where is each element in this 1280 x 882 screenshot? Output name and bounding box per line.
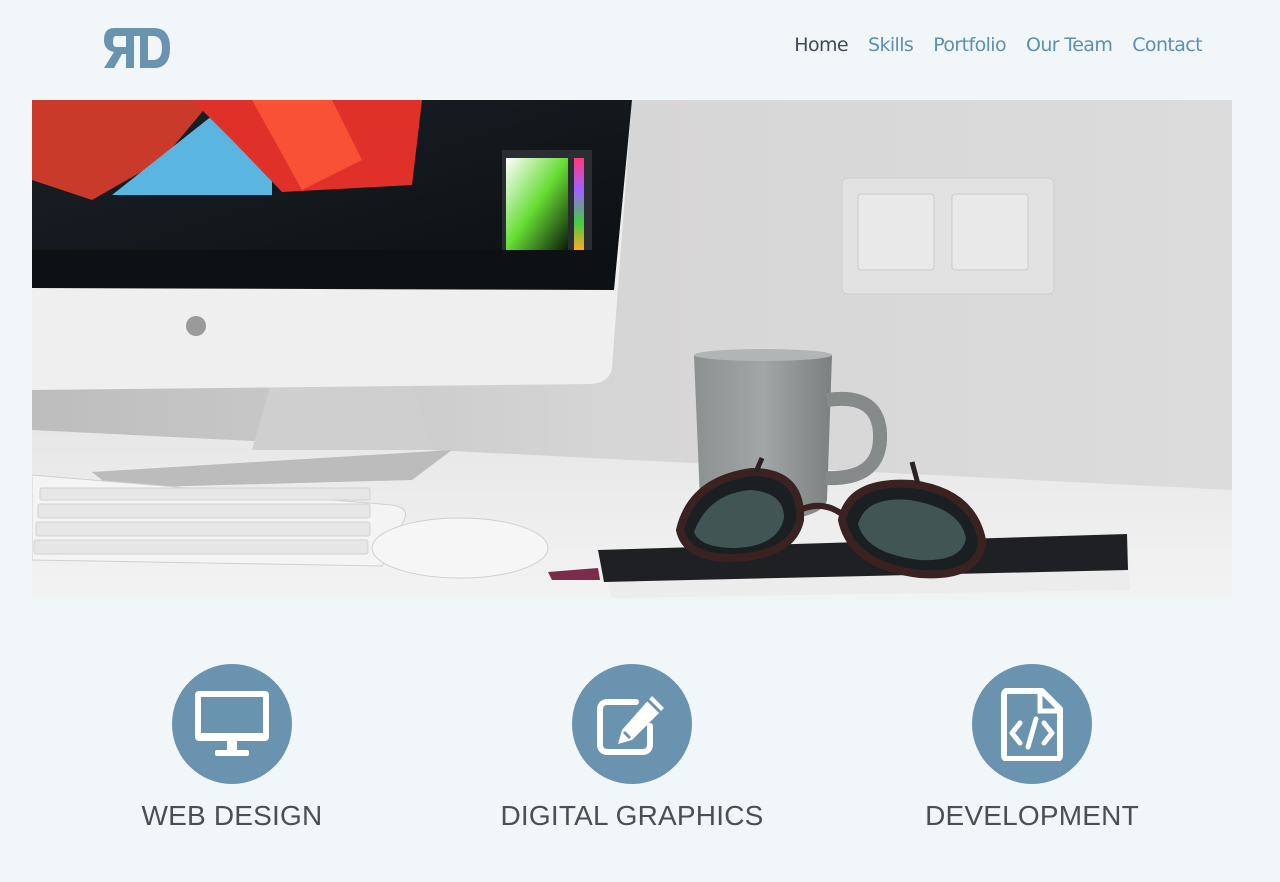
nav-skills[interactable]: Skills	[868, 34, 914, 56]
feature-icon-circle	[572, 664, 692, 784]
site-logo[interactable]	[100, 22, 174, 72]
feature-label: WEB DESIGN	[141, 800, 323, 831]
feature-icon-circle	[172, 664, 292, 784]
site-header: Home Skills Portfolio Our Team Contact	[0, 0, 1280, 100]
feature-label: DIGITAL GRAPHICS	[500, 800, 764, 831]
feature-label: DEVELOPMENT	[925, 800, 1139, 831]
nav-home[interactable]: Home	[794, 34, 848, 56]
feature-icon-circle	[972, 664, 1092, 784]
main-nav: Home Skills Portfolio Our Team Contact	[794, 34, 1202, 56]
feature-web-design[interactable]: WEB DESIGN	[32, 664, 432, 832]
feature-development[interactable]: DEVELOPMENT	[832, 664, 1232, 832]
edit-pencil-icon	[597, 696, 664, 755]
nav-portfolio[interactable]: Portfolio	[933, 34, 1006, 56]
monitor-icon	[195, 691, 269, 756]
nav-contact[interactable]: Contact	[1132, 34, 1202, 56]
rd-monogram-logo-icon	[104, 28, 170, 68]
hero-image	[32, 100, 1232, 600]
code-file-icon	[1001, 688, 1063, 761]
features-row: WEB DESIGN DIGITAL GRAPHICS DEVELOPMENT	[0, 664, 1280, 844]
feature-digital-graphics[interactable]: DIGITAL GRAPHICS	[432, 664, 832, 832]
nav-our-team[interactable]: Our Team	[1026, 34, 1113, 56]
